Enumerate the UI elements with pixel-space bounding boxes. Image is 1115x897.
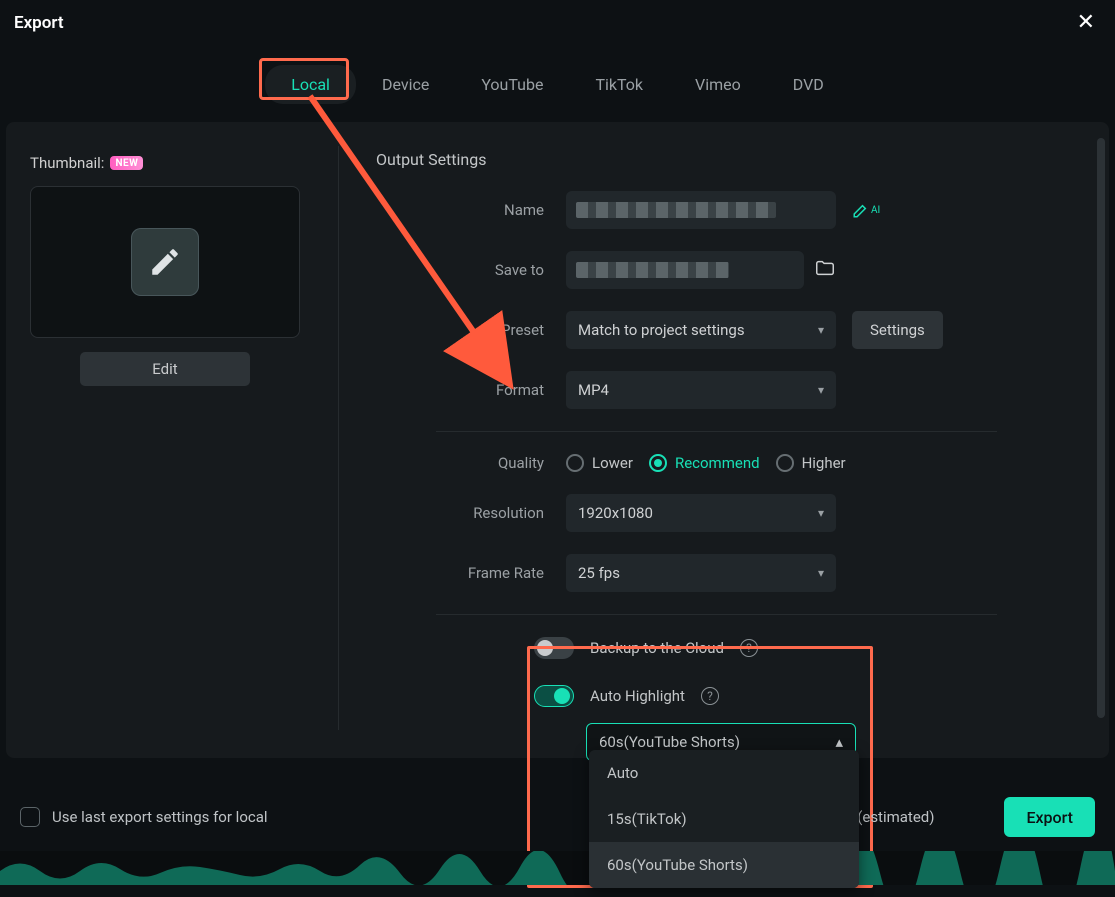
quality-recommend-radio[interactable]: Recommend bbox=[649, 454, 760, 472]
thumbnail-preview[interactable] bbox=[30, 186, 300, 338]
edit-thumbnail-icon bbox=[131, 228, 199, 296]
tab-local[interactable]: Local bbox=[265, 65, 356, 104]
auto-highlight-toggle[interactable] bbox=[534, 685, 574, 707]
browse-folder-icon[interactable] bbox=[814, 257, 836, 283]
divider bbox=[436, 431, 997, 432]
name-input[interactable] bbox=[566, 191, 836, 229]
help-icon[interactable]: ? bbox=[740, 639, 758, 657]
saveto-label: Save to bbox=[376, 261, 566, 279]
footer-bar: Use last export settings for local 3 MB(… bbox=[0, 793, 1115, 841]
divider bbox=[436, 614, 997, 615]
thumbnail-label: Thumbnail: NEW bbox=[30, 154, 312, 172]
chevron-down-icon: ▾ bbox=[818, 506, 824, 520]
quality-higher-radio[interactable]: Higher bbox=[776, 454, 846, 472]
timeline-waveform bbox=[0, 851, 1115, 885]
quality-lower-radio[interactable]: Lower bbox=[566, 454, 633, 472]
edit-thumbnail-button[interactable]: Edit bbox=[80, 352, 250, 386]
window-title: Export bbox=[14, 13, 64, 33]
resolution-select[interactable]: 1920x1080 ▾ bbox=[566, 494, 836, 532]
use-last-settings-label: Use last export settings for local bbox=[52, 808, 268, 826]
format-select[interactable]: MP4 ▾ bbox=[566, 371, 836, 409]
backup-cloud-label: Backup to the Cloud bbox=[590, 639, 724, 657]
tab-vimeo[interactable]: Vimeo bbox=[669, 65, 767, 104]
tab-device[interactable]: Device bbox=[356, 65, 455, 104]
chevron-down-icon: ▾ bbox=[818, 383, 824, 397]
export-button[interactable]: Export bbox=[1004, 797, 1095, 837]
chevron-up-icon: ▴ bbox=[835, 733, 843, 751]
auto-highlight-dropdown: Auto 15s(TikTok) 60s(YouTube Shorts) bbox=[589, 750, 859, 888]
preset-select[interactable]: Match to project settings ▾ bbox=[566, 311, 836, 349]
use-last-settings-checkbox[interactable] bbox=[20, 807, 40, 827]
preset-settings-button[interactable]: Settings bbox=[852, 311, 943, 349]
framerate-label: Frame Rate bbox=[376, 564, 566, 582]
help-icon[interactable]: ? bbox=[701, 687, 719, 705]
autohl-option-auto[interactable]: Auto bbox=[589, 750, 859, 796]
autohl-option-60s[interactable]: 60s(YouTube Shorts) bbox=[589, 842, 859, 888]
saveto-input[interactable] bbox=[566, 251, 804, 289]
chevron-down-icon: ▾ bbox=[818, 323, 824, 337]
new-badge: NEW bbox=[110, 156, 143, 170]
export-panel: Thumbnail: NEW Edit Output Settings Name… bbox=[6, 122, 1109, 758]
chevron-down-icon: ▾ bbox=[818, 566, 824, 580]
tab-tiktok[interactable]: TikTok bbox=[569, 65, 669, 104]
tab-youtube[interactable]: YouTube bbox=[455, 65, 569, 104]
framerate-select[interactable]: 25 fps ▾ bbox=[566, 554, 836, 592]
name-label: Name bbox=[376, 201, 566, 219]
autohl-option-15s[interactable]: 15s(TikTok) bbox=[589, 796, 859, 842]
backup-cloud-toggle[interactable] bbox=[534, 637, 574, 659]
close-icon[interactable]: ✕ bbox=[1071, 8, 1101, 37]
preset-label: Preset bbox=[376, 321, 566, 339]
ai-rename-icon[interactable]: AI bbox=[852, 201, 880, 219]
tab-dvd[interactable]: DVD bbox=[767, 65, 850, 104]
resolution-label: Resolution bbox=[376, 504, 566, 522]
quality-label: Quality bbox=[376, 454, 566, 472]
export-tabs: Local Device YouTube TikTok Vimeo DVD bbox=[0, 65, 1115, 104]
auto-highlight-label: Auto Highlight bbox=[590, 687, 685, 705]
output-settings-heading: Output Settings bbox=[376, 150, 1077, 169]
format-label: Format bbox=[376, 381, 566, 399]
